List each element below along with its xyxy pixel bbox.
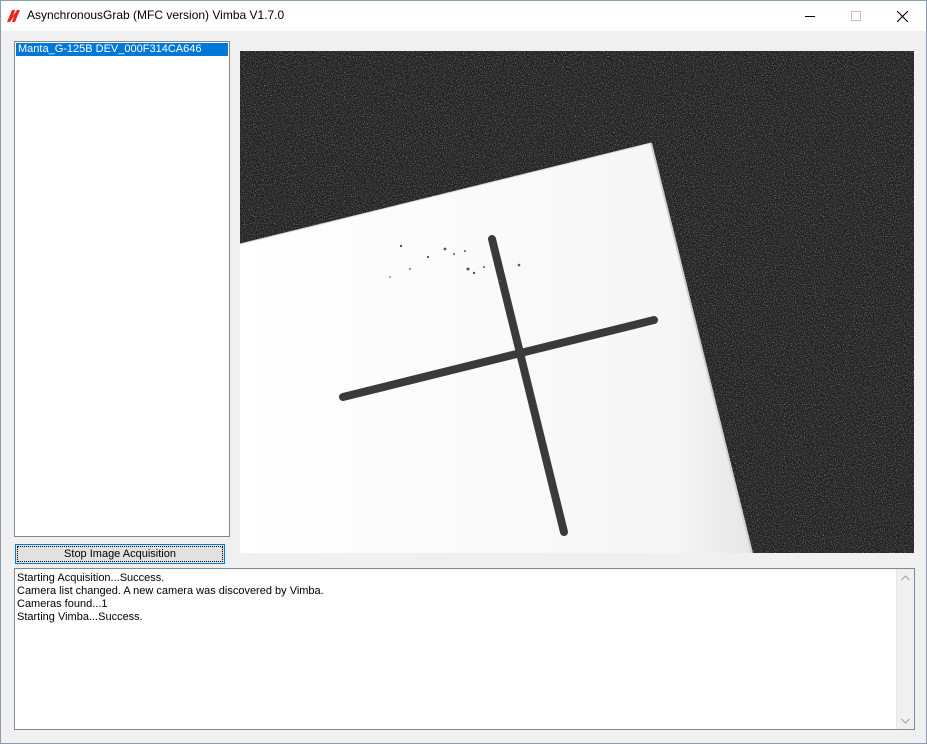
camera-list-item[interactable]: Manta_G-125B DEV_000F314CA646 [16,43,228,56]
log-line[interactable]: Starting Vimba...Success. [17,611,897,624]
camera-list[interactable]: Manta_G-125B DEV_000F314CA646 [14,41,230,537]
close-icon [896,10,908,22]
chevron-down-icon [901,718,910,724]
vimba-logo-icon [7,9,23,23]
log-lines: Starting Acquisition...Success. Camera l… [17,572,897,624]
log-line[interactable]: Camera list changed. A new camera was di… [17,585,897,598]
minimize-icon [805,16,815,17]
title-bar[interactable]: AsynchronousGrab (MFC version) Vimba V1.… [1,1,926,31]
camera-frame-image [240,51,914,553]
stop-acquisition-button[interactable]: Stop Image Acquisition [15,544,225,564]
maximize-button[interactable] [833,1,879,31]
close-button[interactable] [879,1,925,31]
log-listbox[interactable]: Starting Acquisition...Success. Camera l… [14,568,915,730]
app-window: AsynchronousGrab (MFC version) Vimba V1.… [0,0,927,744]
camera-image-view [240,51,914,553]
log-line[interactable]: Cameras found...1 [17,598,897,611]
vertical-scrollbar[interactable] [896,569,914,729]
scroll-up-button[interactable] [897,569,914,586]
maximize-icon [851,11,861,21]
log-line[interactable]: Starting Acquisition...Success. [17,572,897,585]
scroll-down-button[interactable] [897,712,914,729]
window-title: AsynchronousGrab (MFC version) Vimba V1.… [27,8,285,22]
minimize-button[interactable] [787,1,833,31]
chevron-up-icon [901,574,910,580]
client-area: Manta_G-125B DEV_000F314CA646 Stop Image… [1,31,926,743]
